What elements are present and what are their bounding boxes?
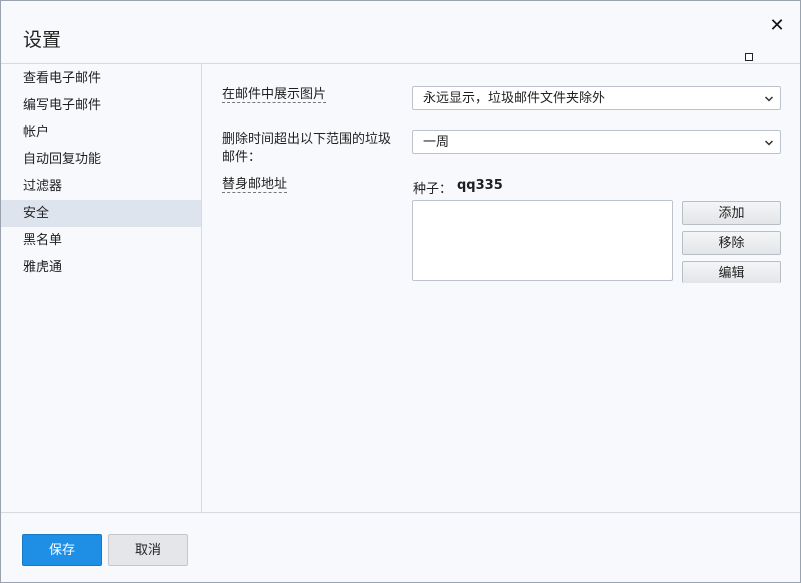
sidebar-item-security[interactable]: 安全 [1,200,201,227]
show-images-label: 在邮件中展示图片 [222,86,327,104]
divider-vertical [201,64,202,512]
delete-spam-label-line1: 删除时间超出以下范围的垃圾 [222,132,392,147]
show-images-select[interactable]: 永远显示，垃圾邮件文件夹除外 [412,86,781,110]
close-icon[interactable]: ✕ [766,15,788,37]
remove-button[interactable]: 移除 [682,231,781,255]
save-button[interactable]: 保存 [22,534,102,566]
cancel-button[interactable]: 取消 [108,534,188,566]
seed-label: 种子： [413,182,453,197]
chevron-down-icon [764,87,774,120]
disposable-address-label: 替身邮地址 [222,176,288,194]
divider-top [1,63,800,64]
sidebar: 查看电子邮件 编写电子邮件 帐户 自动回复功能 过滤器 安全 黑名单 雅虎通 [1,65,201,281]
show-images-value: 永远显示，垃圾邮件文件夹除外 [423,91,606,106]
settings-dialog: 设置 ✕ 查看电子邮件 编写电子邮件 帐户 自动回复功能 过滤器 安全 黑名单 … [0,0,801,583]
chevron-down-icon [764,131,774,164]
resize-handle[interactable] [745,53,753,61]
sidebar-item-accounts[interactable]: 帐户 [1,119,201,146]
sidebar-item-view-email[interactable]: 查看电子邮件 [1,65,201,92]
divider-bottom [1,512,800,513]
sidebar-item-auto-reply[interactable]: 自动回复功能 [1,146,201,173]
dialog-title: 设置 [23,29,62,51]
delete-spam-value: 一周 [423,135,450,150]
delete-spam-label-line2: 邮件： [222,150,262,165]
edit-button[interactable]: 编辑 [682,261,781,283]
show-images-label-text: 在邮件中展示图片 [222,87,327,103]
sidebar-item-compose-email[interactable]: 编写电子邮件 [1,92,201,119]
disposable-address-list[interactable] [412,200,673,281]
sidebar-item-messenger[interactable]: 雅虎通 [1,254,201,281]
seed-value: qq335 [457,178,503,193]
delete-spam-label: 删除时间超出以下范围的垃圾 邮件： [222,131,391,167]
disposable-address-label-text: 替身邮地址 [222,177,288,193]
sidebar-item-filters[interactable]: 过滤器 [1,173,201,200]
delete-spam-select[interactable]: 一周 [412,130,781,154]
sidebar-item-blocklist[interactable]: 黑名单 [1,227,201,254]
add-button[interactable]: 添加 [682,201,781,225]
